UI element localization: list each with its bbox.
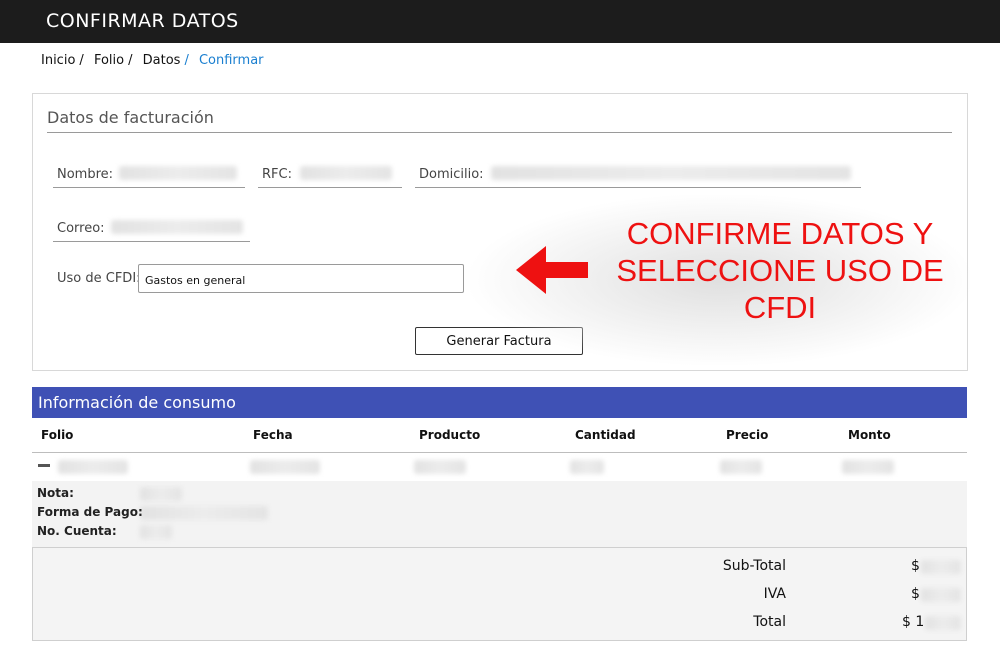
breadcrumb-folio[interactable]: Folio <box>94 53 124 68</box>
col-monto: Monto <box>848 428 891 442</box>
rfc-value-redacted <box>300 166 392 180</box>
precio-cell-redacted <box>720 460 762 474</box>
arrow-left-icon <box>516 246 588 294</box>
col-producto: Producto <box>419 428 481 442</box>
col-cantidad: Cantidad <box>575 428 636 442</box>
nota-value-redacted <box>140 487 182 501</box>
callout-line-2: SELECCIONE USO DE <box>616 253 944 288</box>
iva-value-redacted <box>921 588 961 602</box>
page-title: CONFIRMAR DATOS <box>46 10 239 32</box>
rfc-label: RFC: <box>262 167 292 182</box>
correo-label: Correo: <box>57 221 105 236</box>
cfdi-select[interactable]: Gastos en general <box>138 264 464 293</box>
forma-pago-label: Forma de Pago: <box>37 505 143 519</box>
top-bar: CONFIRMAR DATOS <box>0 0 1000 43</box>
breadcrumb-datos[interactable]: Datos <box>143 53 181 68</box>
iva-currency: $ <box>911 586 920 602</box>
domicilio-value-redacted <box>491 166 851 180</box>
row-details <box>32 481 967 547</box>
nota-label: Nota: <box>37 486 74 500</box>
col-folio: Folio <box>41 428 74 442</box>
col-precio: Precio <box>726 428 769 442</box>
rfc-field: RFC: <box>258 157 402 188</box>
subtotal-label: Sub-Total <box>722 558 786 574</box>
domicilio-label: Domicilio: <box>419 167 484 182</box>
subtotal-value-redacted <box>921 560 961 574</box>
fecha-cell-redacted <box>250 460 320 474</box>
collapse-icon[interactable] <box>38 464 50 467</box>
iva-label: IVA <box>763 586 786 602</box>
correo-value-redacted <box>111 220 243 234</box>
generar-factura-button[interactable]: Generar Factura <box>415 327 583 355</box>
nombre-value-redacted <box>119 166 237 180</box>
subtotal-currency: $ <box>911 558 920 574</box>
col-fecha: Fecha <box>253 428 293 442</box>
cuenta-value-redacted <box>140 525 172 539</box>
callout-line-1: CONFIRME DATOS Y <box>626 216 934 251</box>
total-currency: $ 1 <box>902 614 925 630</box>
totals-panel <box>32 547 967 641</box>
callout-text: CONFIRME DATOS Y SELECCIONE USO DE CFDI <box>600 215 960 326</box>
domicilio-field: Domicilio: <box>415 157 861 188</box>
total-label: Total <box>753 614 786 630</box>
nombre-field: Nombre: <box>53 157 245 188</box>
consumption-title: Información de consumo <box>38 393 236 412</box>
breadcrumb-inicio[interactable]: Inicio <box>41 53 75 68</box>
monto-cell-redacted <box>842 460 894 474</box>
divider <box>47 132 952 133</box>
table-row <box>32 453 967 481</box>
cantidad-cell-redacted <box>570 460 604 474</box>
billing-title: Datos de facturación <box>47 108 214 127</box>
cfdi-label: Uso de CFDI: <box>57 271 141 286</box>
folio-cell-redacted <box>58 460 128 474</box>
producto-cell-redacted <box>414 460 466 474</box>
cuenta-label: No. Cuenta: <box>37 524 117 538</box>
correo-field: Correo: <box>53 211 250 242</box>
total-value-redacted <box>925 616 961 630</box>
nombre-label: Nombre: <box>57 167 114 182</box>
consumption-header: Información de consumo <box>32 387 967 418</box>
callout-line-3: CFDI <box>743 290 817 325</box>
breadcrumb: Inicio / Folio / Datos / Confirmar <box>41 53 264 68</box>
forma-pago-value-redacted <box>140 506 268 520</box>
breadcrumb-current[interactable]: Confirmar <box>199 53 264 68</box>
